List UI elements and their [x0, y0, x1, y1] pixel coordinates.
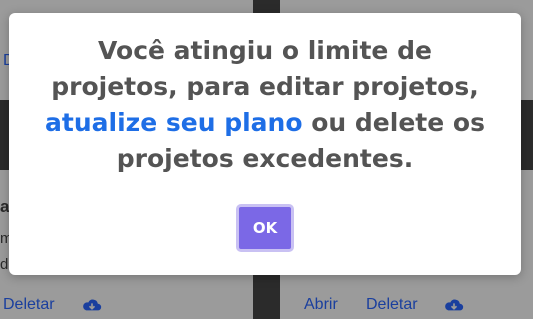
modal-overlay: Você atingiu o limite de projetos, para … — [0, 0, 533, 319]
limit-reached-dialog: Você atingiu o limite de projetos, para … — [9, 13, 521, 275]
upgrade-plan-link[interactable]: atualize seu plano — [45, 108, 302, 137]
dialog-message: Você atingiu o limite de projetos, para … — [33, 33, 497, 177]
message-text-part1: Você atingiu o limite de projetos, para … — [51, 36, 479, 101]
ok-button[interactable]: OK — [236, 204, 294, 252]
